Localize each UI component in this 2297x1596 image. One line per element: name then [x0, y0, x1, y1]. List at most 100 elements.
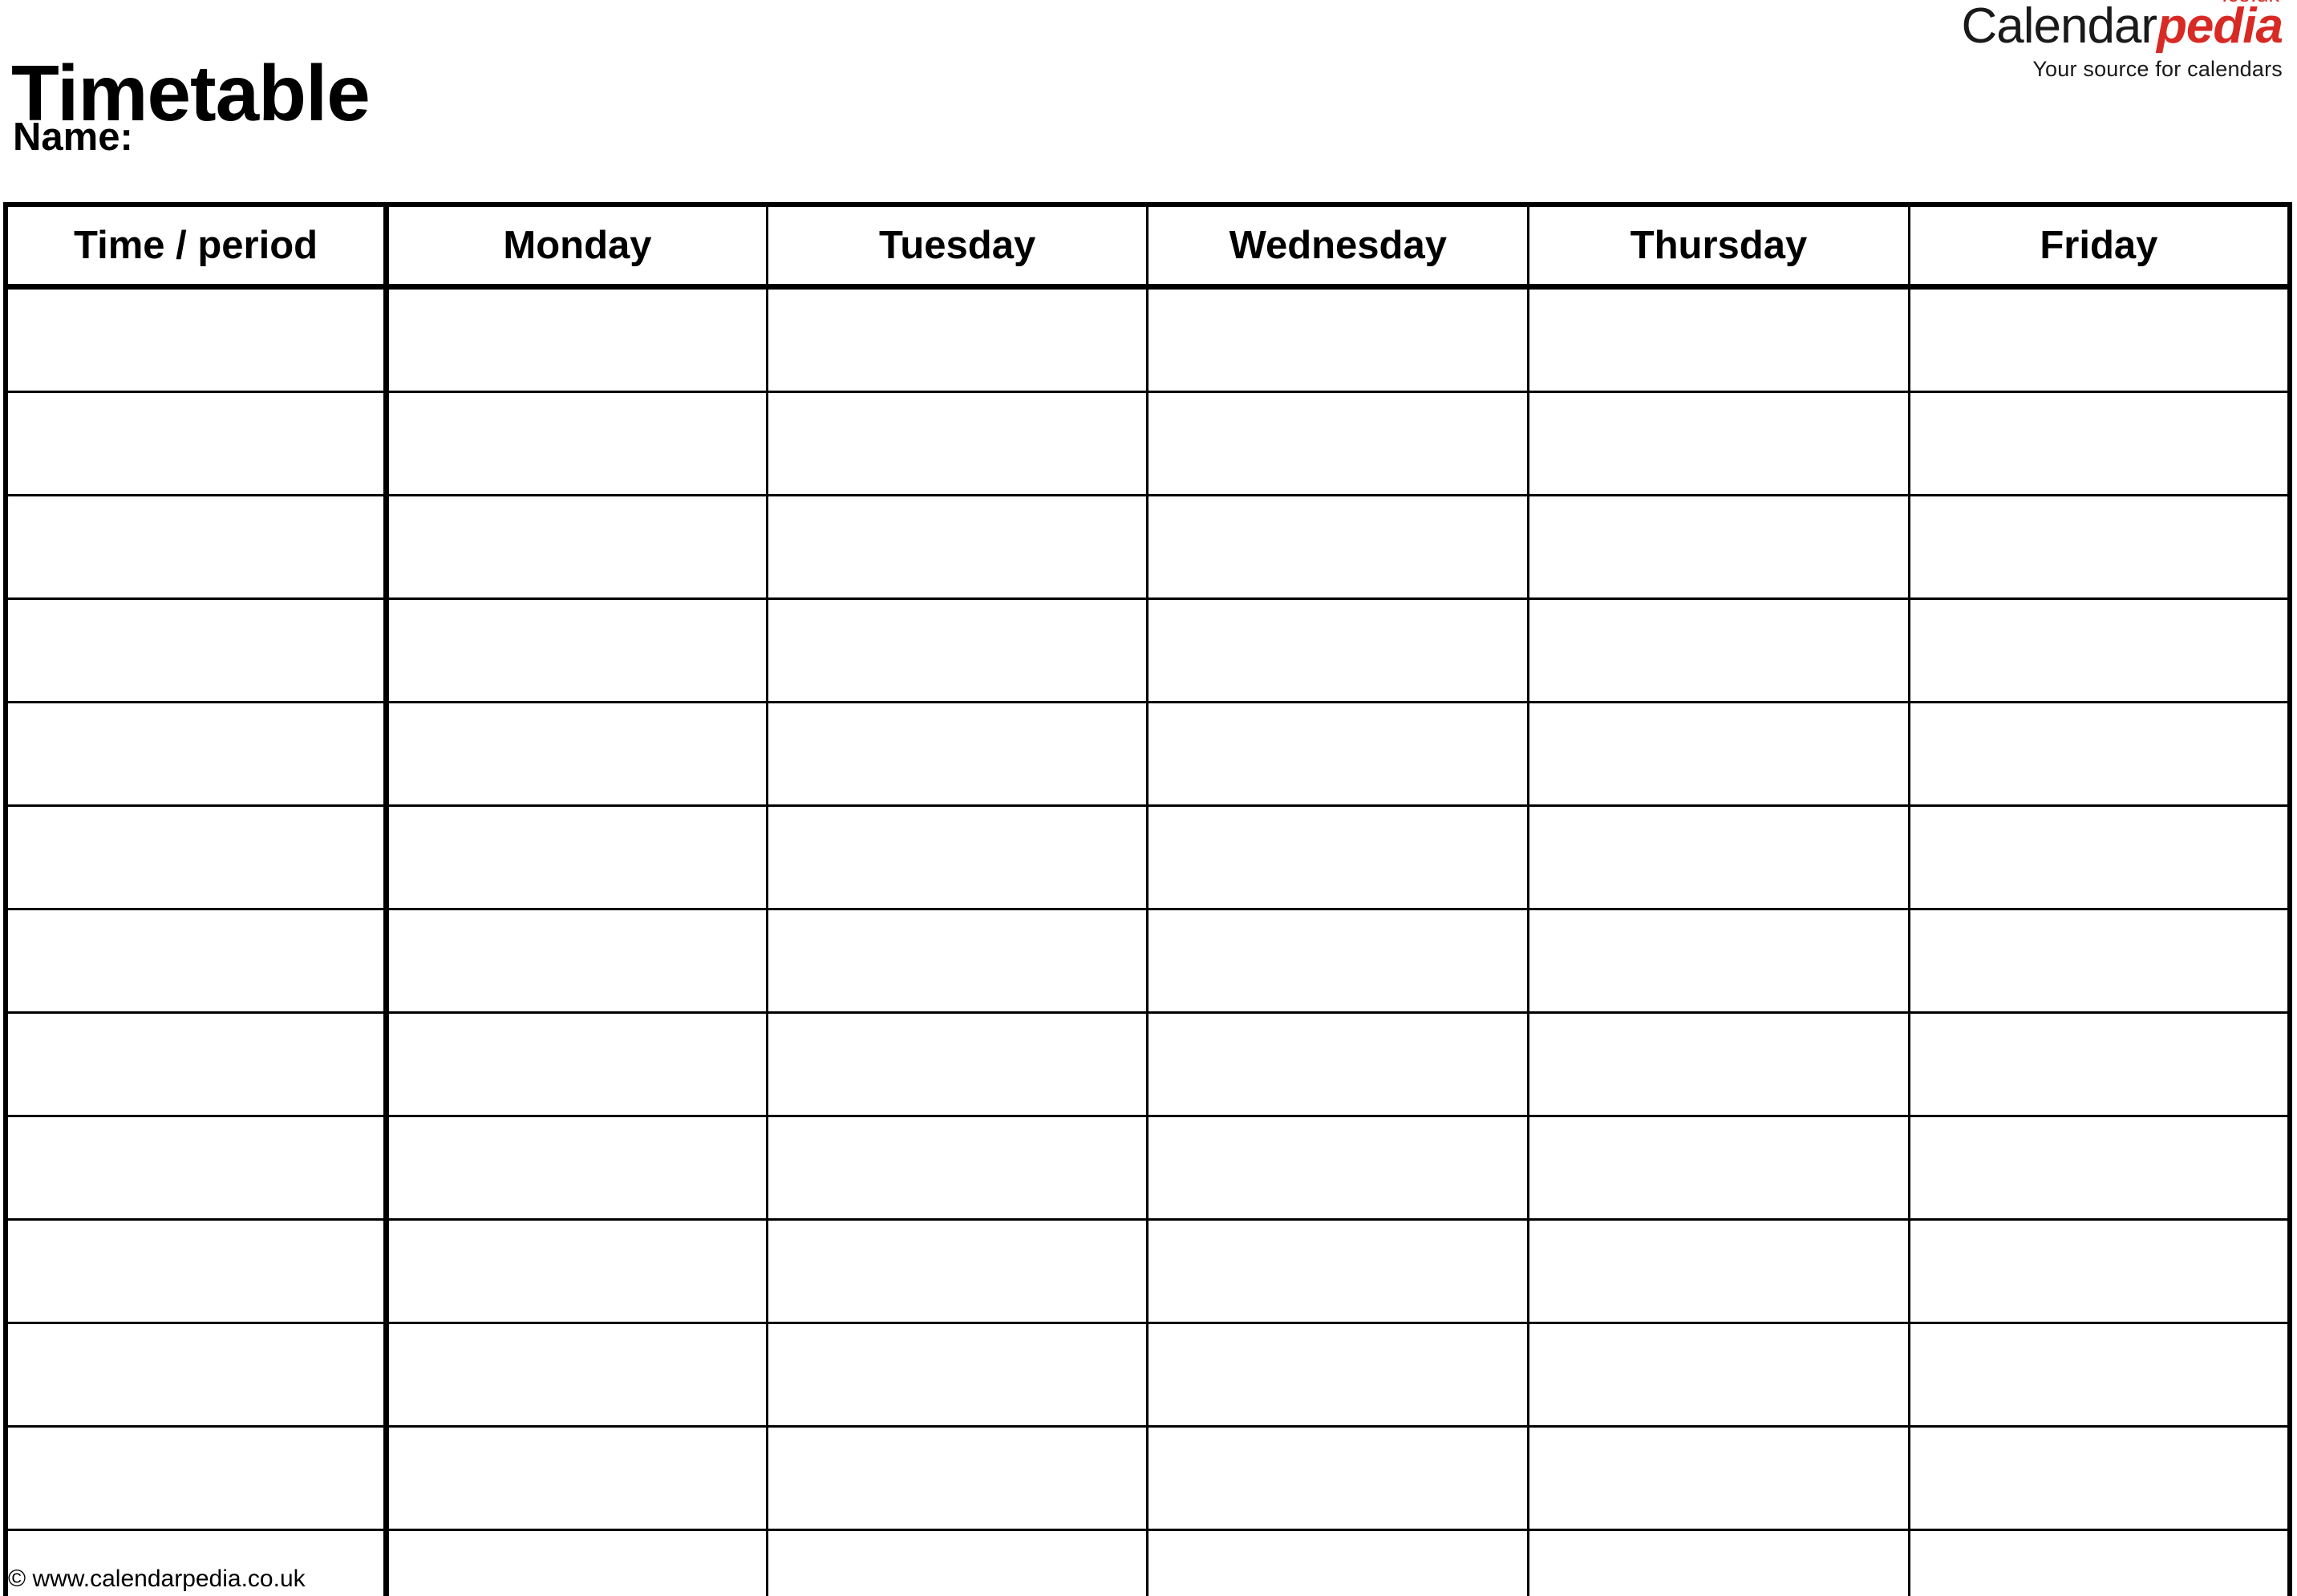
cell-entry[interactable] — [1146, 1115, 1530, 1221]
cell-time-period[interactable] — [4, 701, 390, 807]
cell-entry[interactable] — [385, 597, 768, 703]
cell-entry[interactable] — [1527, 597, 1910, 703]
cell-entry[interactable] — [1527, 494, 1910, 600]
cell-entry[interactable] — [385, 494, 768, 600]
table-row — [4, 1218, 2291, 1324]
cell-entry[interactable] — [1146, 1425, 1530, 1531]
cell-entry[interactable] — [1527, 908, 1910, 1014]
cell-time-period[interactable] — [4, 391, 390, 496]
cell-entry[interactable] — [1527, 1218, 1910, 1324]
cell-entry[interactable] — [385, 804, 768, 910]
brand-name-pedia: pedia — [2157, 0, 2283, 54]
cell-entry[interactable] — [1146, 286, 1530, 393]
cell-entry[interactable] — [765, 1425, 1149, 1531]
cell-entry[interactable] — [1146, 804, 1530, 910]
footer-credit: © www.calendarpedia.co.uk — [8, 1566, 306, 1592]
table-row — [4, 597, 2291, 703]
cell-entry[interactable] — [385, 286, 768, 393]
cell-entry[interactable] — [1146, 908, 1530, 1014]
column-header-thursday: Thursday — [1527, 203, 1910, 290]
cell-entry[interactable] — [765, 1011, 1149, 1117]
cell-entry[interactable] — [765, 597, 1149, 703]
cell-entry[interactable] — [1527, 1115, 1910, 1221]
cell-entry[interactable] — [1146, 1322, 1530, 1428]
timetable-page: Timetable Name: Calendarpedia .co.uk You… — [0, 0, 2297, 1596]
cell-entry[interactable] — [765, 391, 1149, 496]
cell-time-period[interactable] — [4, 1322, 390, 1428]
table-row — [4, 494, 2291, 600]
cell-time-period[interactable] — [4, 908, 390, 1014]
cell-entry[interactable] — [1527, 286, 1910, 393]
cell-entry[interactable] — [1527, 1425, 1910, 1531]
column-header-wednesday: Wednesday — [1146, 203, 1530, 290]
column-header-tuesday: Tuesday — [765, 203, 1149, 290]
cell-entry[interactable] — [385, 1011, 768, 1117]
column-header-friday: Friday — [1907, 203, 2291, 290]
table-row — [4, 1011, 2291, 1117]
cell-time-period[interactable] — [4, 494, 390, 600]
cell-entry[interactable] — [765, 286, 1149, 393]
cell-entry[interactable] — [385, 1425, 768, 1531]
cell-entry[interactable] — [1527, 1529, 1910, 1596]
cell-entry[interactable] — [1146, 1218, 1530, 1324]
cell-entry[interactable] — [1907, 597, 2291, 703]
timetable-container: Time / period Monday Tuesday Wednesday T… — [3, 202, 2292, 1596]
cell-entry[interactable] — [385, 1115, 768, 1221]
cell-time-period[interactable] — [4, 597, 390, 703]
cell-entry[interactable] — [1907, 1529, 2291, 1596]
cell-entry[interactable] — [1527, 391, 1910, 496]
cell-entry[interactable] — [765, 908, 1149, 1014]
cell-entry[interactable] — [1907, 701, 2291, 807]
cell-entry[interactable] — [385, 1322, 768, 1428]
cell-entry[interactable] — [765, 1115, 1149, 1221]
cell-time-period[interactable] — [4, 286, 390, 393]
cell-entry[interactable] — [765, 494, 1149, 600]
brand-tagline: Your source for calendars — [2032, 57, 2283, 81]
cell-time-period[interactable] — [4, 1218, 390, 1324]
cell-entry[interactable] — [385, 908, 768, 1014]
cell-time-period[interactable] — [4, 1425, 390, 1531]
calendarpedia-logo: Calendarpedia .co.uk Your source for cal… — [1961, 0, 2283, 81]
cell-entry[interactable] — [1907, 1011, 2291, 1117]
table-row — [4, 1115, 2291, 1221]
column-header-monday: Monday — [385, 203, 768, 290]
cell-entry[interactable] — [1146, 391, 1530, 496]
timetable-header: Time / period Monday Tuesday Wednesday T… — [4, 203, 2291, 290]
cell-entry[interactable] — [765, 804, 1149, 910]
cell-time-period[interactable] — [4, 1011, 390, 1117]
cell-entry[interactable] — [1146, 1529, 1530, 1596]
cell-entry[interactable] — [1907, 1425, 2291, 1531]
cell-entry[interactable] — [385, 701, 768, 807]
cell-entry[interactable] — [1907, 908, 2291, 1014]
cell-entry[interactable] — [1146, 597, 1530, 703]
cell-entry[interactable] — [385, 1529, 768, 1596]
cell-entry[interactable] — [1527, 701, 1910, 807]
table-row — [4, 286, 2291, 393]
cell-entry[interactable] — [765, 701, 1149, 807]
cell-entry[interactable] — [1527, 804, 1910, 910]
cell-entry[interactable] — [1907, 494, 2291, 600]
timetable-body — [4, 286, 2291, 1596]
cell-entry[interactable] — [1907, 1218, 2291, 1324]
cell-entry[interactable] — [385, 391, 768, 496]
brand-tld: .co.uk — [2222, 0, 2279, 6]
cell-entry[interactable] — [1907, 286, 2291, 393]
cell-entry[interactable] — [1907, 1115, 2291, 1221]
cell-entry[interactable] — [1907, 391, 2291, 496]
cell-time-period[interactable] — [4, 804, 390, 910]
cell-entry[interactable] — [765, 1322, 1149, 1428]
cell-entry[interactable] — [1527, 1322, 1910, 1428]
cell-entry[interactable] — [385, 1218, 768, 1324]
table-row — [4, 701, 2291, 807]
cell-entry[interactable] — [1907, 1322, 2291, 1428]
cell-entry[interactable] — [1146, 494, 1530, 600]
cell-entry[interactable] — [1907, 804, 2291, 910]
cell-entry[interactable] — [1146, 701, 1530, 807]
cell-time-period[interactable] — [4, 1115, 390, 1221]
cell-entry[interactable] — [1146, 1011, 1530, 1117]
cell-entry[interactable] — [1527, 1011, 1910, 1117]
cell-entry[interactable] — [765, 1529, 1149, 1596]
table-row — [4, 1322, 2291, 1428]
cell-entry[interactable] — [765, 1218, 1149, 1324]
column-header-time-period: Time / period — [4, 203, 390, 290]
